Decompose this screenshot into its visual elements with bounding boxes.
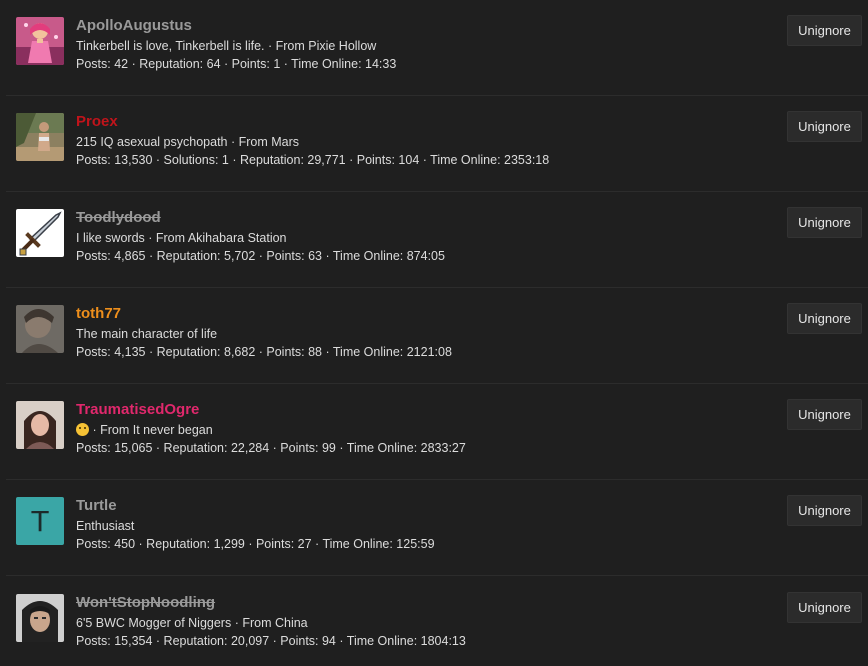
user-row: Proex 215 IQ asexual psychopath · From M… [0,96,868,192]
blurry-face-avatar-icon [16,305,64,353]
avatar[interactable] [16,594,64,642]
user-title: Enthusiast [76,519,135,533]
avatar[interactable] [16,305,64,353]
username[interactable]: Turtle [76,497,117,515]
username[interactable]: Toodlydood [76,209,161,227]
user-title-text: · From It never began [92,423,213,437]
ignored-users-list: ApolloAugustus Tinkerbell is love, Tinke… [0,0,868,666]
unignore-button[interactable]: Unignore [787,207,862,238]
unignore-button[interactable]: Unignore [787,592,862,623]
username[interactable]: TraumatisedOgre [76,401,199,419]
user-row: ApolloAugustus Tinkerbell is love, Tinke… [0,0,868,96]
user-title: I like swords · From Akihabara Station [76,231,287,245]
user-title: The main character of life [76,327,218,341]
unignore-button[interactable]: Unignore [787,303,862,334]
portrait-avatar-icon [16,401,64,449]
user-stats: Posts: 15,065 · Reputation: 22,284 · Poi… [76,441,466,455]
username[interactable]: toth77 [76,305,121,323]
username[interactable]: ApolloAugustus [76,17,192,35]
user-row: toth77 The main character of life Posts:… [0,288,868,384]
user-stats: Posts: 13,530 · Solutions: 1 · Reputatio… [76,153,550,167]
user-stats: Posts: 450 · Reputation: 1,299 · Points:… [76,537,435,551]
username[interactable]: Proex [76,113,118,131]
avatar[interactable]: T [16,497,64,545]
emoji-icon [76,423,89,436]
avatar-letter: T [31,504,49,538]
username[interactable]: Won'tStopNoodling [76,594,215,612]
avatar[interactable] [16,17,64,65]
user-row: T Turtle Enthusiast Posts: 450 · Reputat… [0,480,868,576]
user-row: Toodlydood I like swords · From Akihabar… [0,192,868,288]
avatar[interactable] [16,209,64,257]
user-stats: Posts: 15,354 · Reputation: 20,097 · Poi… [76,634,466,648]
sword-icon [16,209,64,257]
user-stats: Posts: 42 · Reputation: 64 · Points: 1 ·… [76,57,397,71]
unignore-button[interactable]: Unignore [787,15,862,46]
user-stats: Posts: 4,865 · Reputation: 5,702 · Point… [76,249,445,263]
user-row: TraumatisedOgre · From It never began Po… [0,384,868,480]
pink-character-avatar-icon [16,17,64,65]
avatar[interactable] [16,113,64,161]
unignore-button[interactable]: Unignore [787,495,862,526]
beach-photo-avatar-icon [16,113,64,161]
user-row: Won'tStopNoodling 6'5 BWC Mogger of Nigg… [0,577,868,666]
avatar[interactable] [16,401,64,449]
user-title: Tinkerbell is love, Tinkerbell is life. … [76,39,377,53]
selfie-avatar-icon [16,594,64,642]
unignore-button[interactable]: Unignore [787,111,862,142]
user-stats: Posts: 4,135 · Reputation: 8,682 · Point… [76,345,452,359]
user-title: 6'5 BWC Mogger of Niggers · From China [76,616,308,630]
user-title: 215 IQ asexual psychopath · From Mars [76,135,300,149]
divider [6,575,868,576]
unignore-button[interactable]: Unignore [787,399,862,430]
user-title: · From It never began [76,422,213,439]
